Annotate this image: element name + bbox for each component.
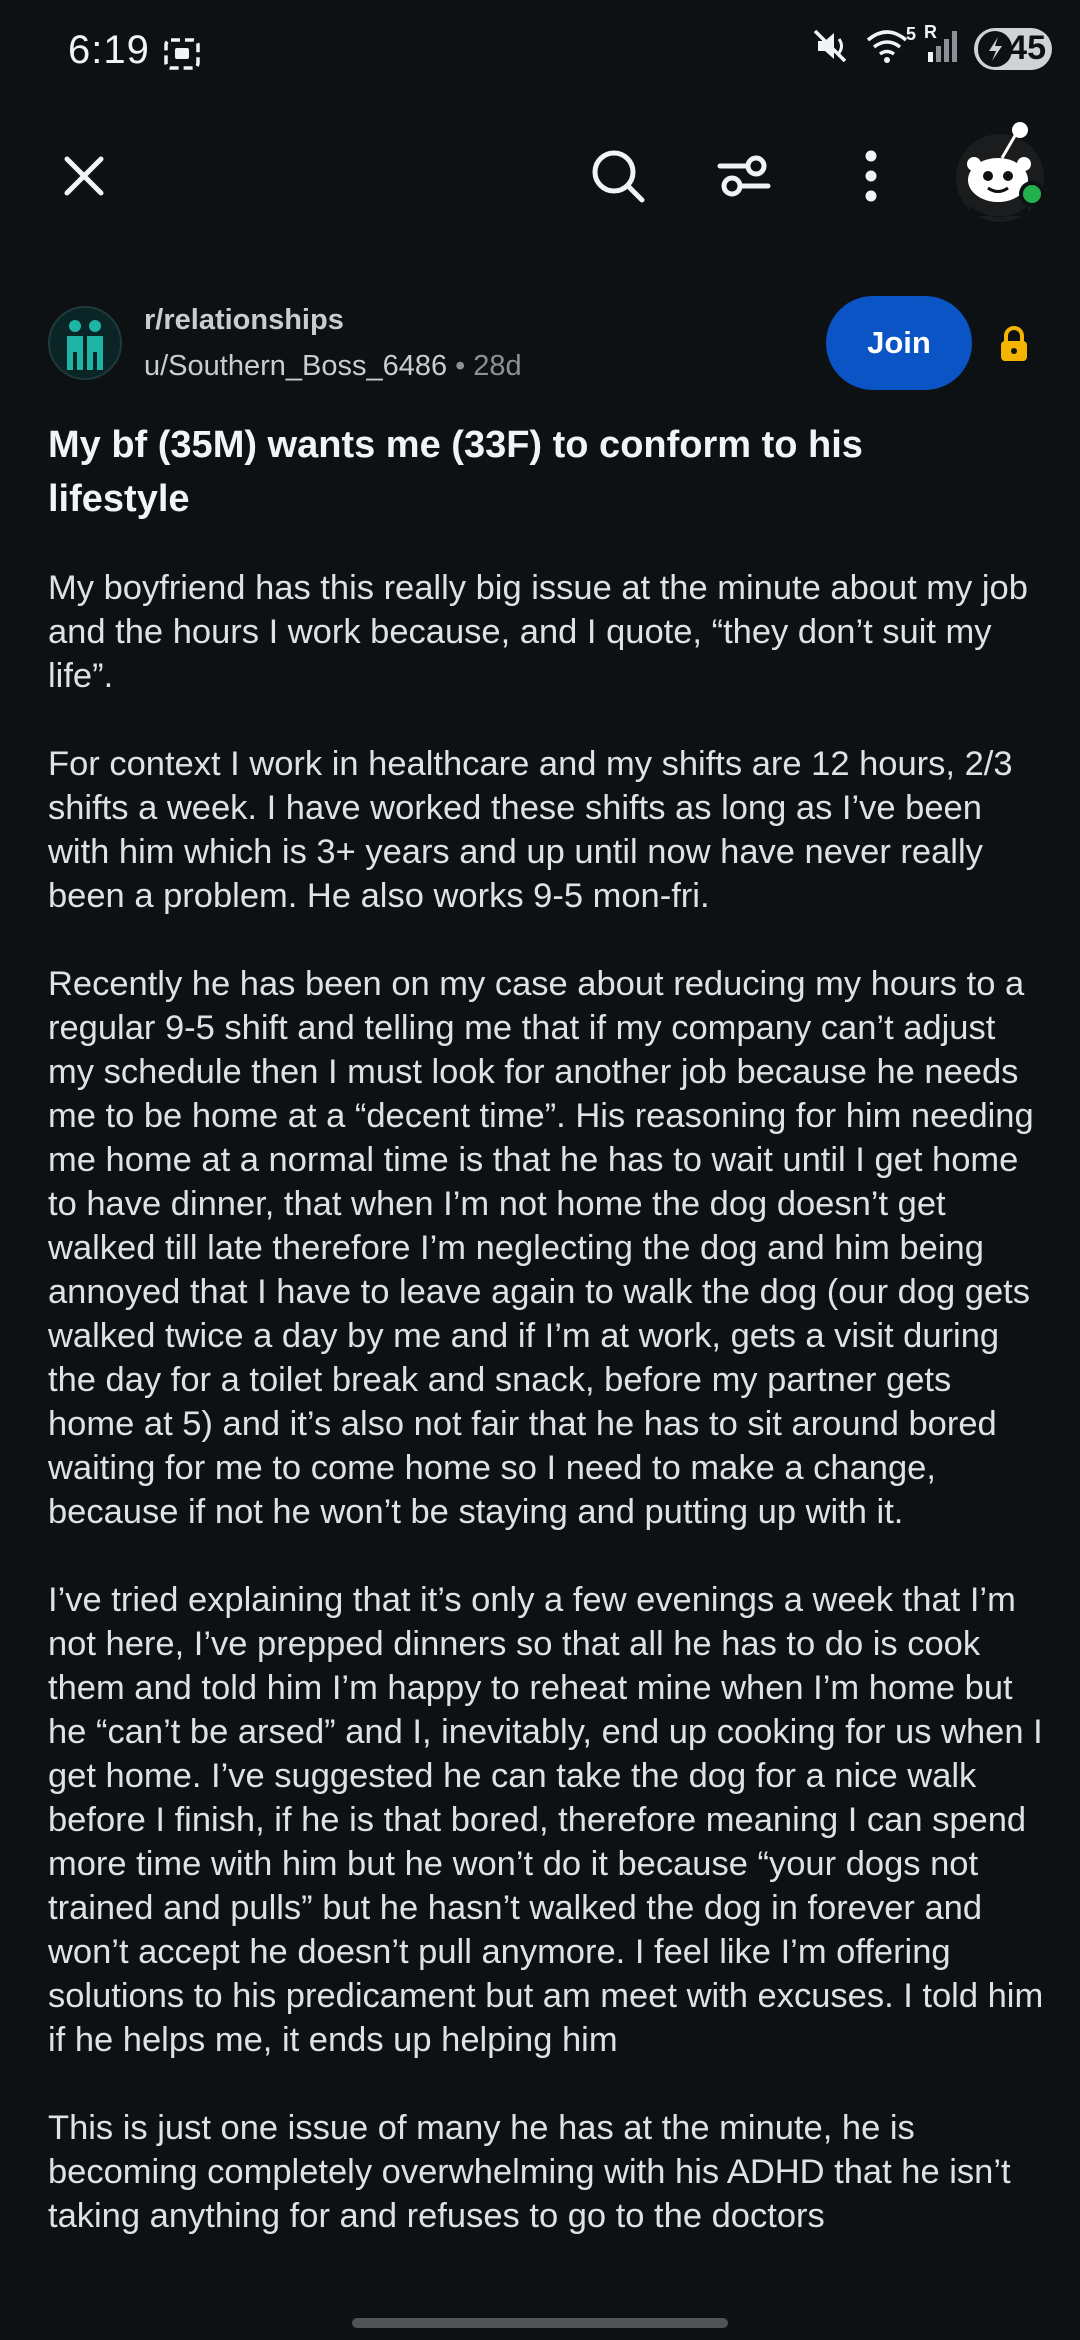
battery-saver-icon	[978, 30, 1012, 67]
join-button[interactable]: Join	[826, 296, 972, 390]
post-body: My boyfriend has this really big issue a…	[48, 566, 1044, 2282]
close-icon[interactable]	[54, 146, 114, 206]
subreddit-name[interactable]: r/relationships	[144, 304, 344, 337]
battery-icon: 45	[974, 27, 1052, 70]
mute-icon	[810, 26, 850, 71]
post-paragraph: My boyfriend has this really big issue a…	[48, 569, 1028, 695]
roaming-label: R	[924, 22, 937, 42]
more-vertical-icon[interactable]	[846, 142, 896, 210]
author-name[interactable]: u/Southern_Boss_6486	[144, 350, 447, 382]
post-paragraph: Recently he has been on my case about re…	[48, 965, 1034, 1531]
wifi-icon: 5	[864, 24, 916, 71]
network-label: 5	[905, 24, 916, 44]
status-bar: 6:19 5 R 45	[0, 0, 1080, 110]
battery-level: 45	[1008, 29, 1046, 67]
post-paragraph: I’ve tried explaining that it’s only a f…	[48, 1581, 1044, 2059]
user-avatar-icon[interactable]	[950, 110, 1050, 230]
home-indicator[interactable]	[352, 2318, 728, 2328]
post-paragraph: For context I work in healthcare and my …	[48, 745, 1013, 915]
signal-icon: R	[924, 22, 960, 71]
post-meta: u/Southern_Boss_6486 • 28d	[144, 350, 522, 383]
online-status-dot	[1023, 185, 1041, 203]
post-title: My bf (35M) wants me (33F) to conform to…	[48, 424, 863, 520]
filter-icon[interactable]	[710, 142, 778, 210]
screen-record-icon	[162, 34, 202, 79]
post-age: 28d	[473, 350, 522, 382]
status-time: 6:19	[68, 28, 150, 72]
post-paragraph: This is just one issue of many he has at…	[48, 2109, 1011, 2235]
top-toolbar	[0, 120, 1080, 230]
search-icon[interactable]	[584, 142, 652, 210]
lock-icon	[998, 324, 1030, 369]
subreddit-avatar[interactable]	[48, 306, 122, 380]
meta-separator: •	[455, 350, 466, 382]
